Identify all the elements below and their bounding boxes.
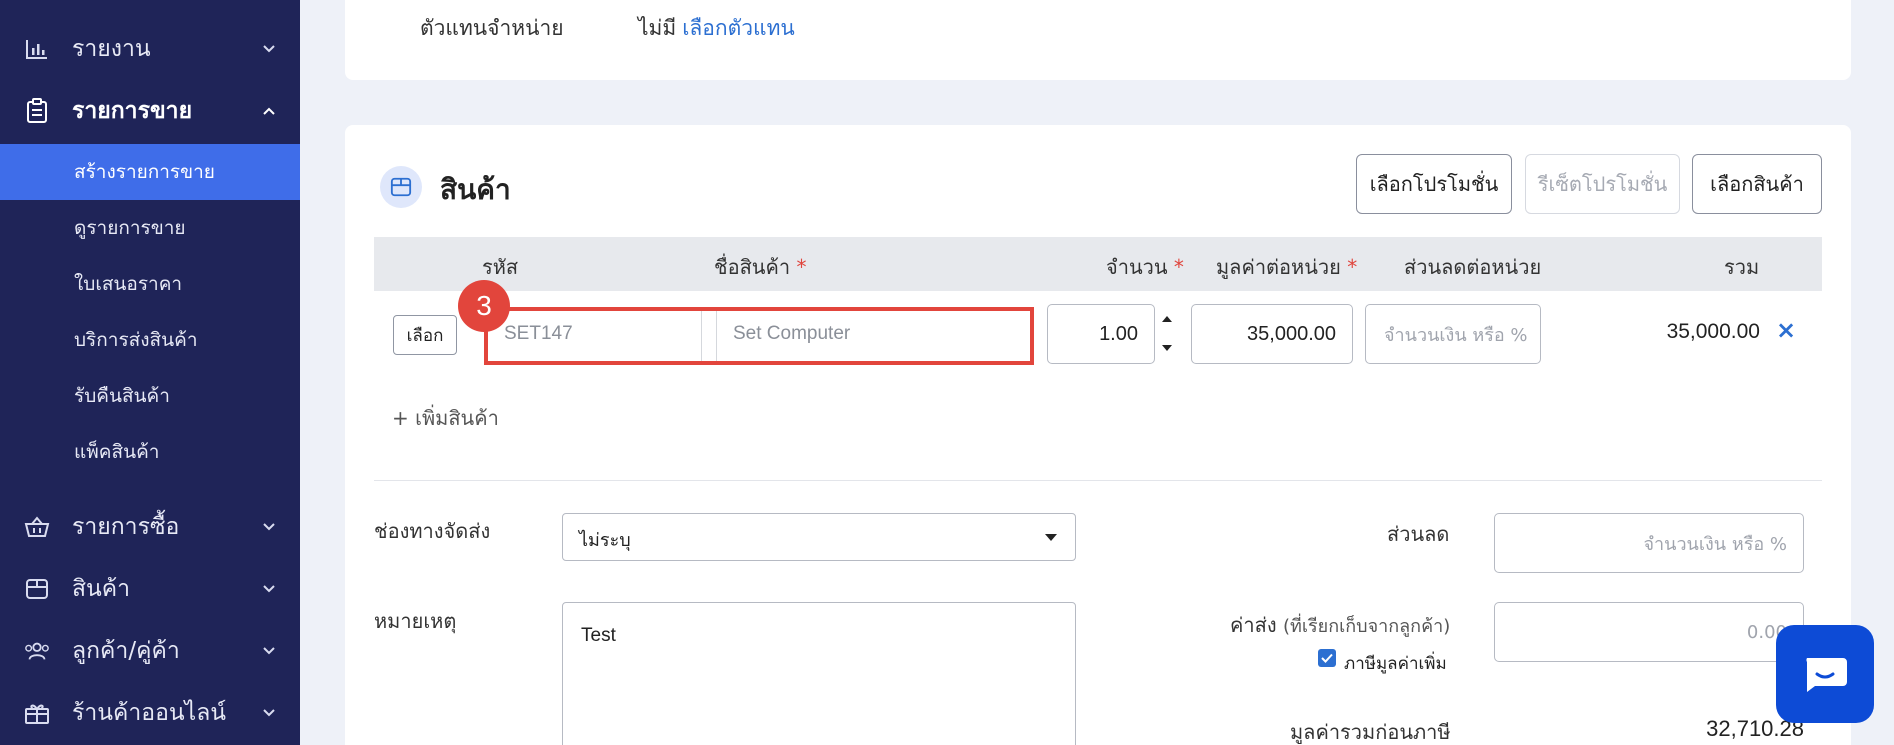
quantity-stepper[interactable] — [1155, 304, 1179, 362]
column-header-label: มูลค่าต่อหน่วย — [1216, 255, 1341, 279]
shipping-channel-select[interactable]: ไม่ระบุ — [562, 513, 1076, 561]
sidebar-subitem-pack[interactable]: แพ็คสินค้า — [0, 424, 300, 480]
column-header-label: จำนวน — [1106, 255, 1168, 279]
column-header-total: รวม — [1724, 255, 1760, 279]
sidebar-item-online-store[interactable]: ร้านค้าออนไลน์ — [0, 688, 300, 738]
shipping-fee-label: ค่าส่ง (ที่เรียกเก็บจากลูกค้า) — [1230, 609, 1450, 641]
chevron-down-icon — [262, 644, 276, 658]
basket-icon — [24, 514, 50, 540]
sidebar-subitem-returns[interactable]: รับคืนสินค้า — [0, 368, 300, 424]
row-total: 35,000.00 — [1666, 320, 1760, 343]
sidebar-item-label: ร้านค้าออนไลน์ — [72, 700, 227, 726]
sidebar: รายงาน รายการขาย สร้างรายการขาย ดูรายการ… — [0, 0, 300, 745]
agent-label: ตัวแทนจำหน่าย — [420, 16, 564, 40]
product-table-header: รหัส ชื่อสินค้า * จำนวน * มูลค่าต่อหน่วย… — [374, 237, 1822, 291]
decrement-icon[interactable] — [1155, 333, 1179, 362]
pretax-total-value: 32,710.28 — [1706, 716, 1804, 741]
sidebar-item-sales[interactable]: รายการขาย — [0, 86, 300, 136]
sidebar-subitem-label: ใบเสนอราคา — [74, 273, 183, 295]
caret-down-icon — [1045, 534, 1057, 541]
sidebar-subitem-label: รับคืนสินค้า — [74, 385, 170, 407]
sidebar-subitem-shipping[interactable]: บริการส่งสินค้า — [0, 312, 300, 368]
chevron-down-icon — [262, 42, 276, 56]
highlighted-product-fields: SET147 Set Computer — [484, 307, 1034, 365]
shipping-fee-label-text: ค่าส่ง — [1230, 613, 1277, 637]
agent-value: ไม่มี เลือกตัวแทน — [638, 12, 795, 45]
sidebar-item-label: รายการขาย — [72, 98, 193, 124]
select-promotion-button[interactable]: เลือกโปรโมชั่น — [1356, 154, 1512, 214]
sidebar-item-contacts[interactable]: ลูกค้า/คู่ค้า — [0, 626, 300, 676]
increment-icon[interactable] — [1155, 304, 1179, 333]
sidebar-subitem-label: สร้างรายการขาย — [74, 161, 215, 183]
column-header-label: ชื่อสินค้า — [714, 255, 791, 279]
quantity-input[interactable]: 1.00 — [1047, 304, 1155, 364]
unit-discount-input[interactable]: จำนวนเงิน หรือ % — [1365, 304, 1541, 364]
products-section-title: สินค้า — [440, 173, 511, 206]
shipping-channel-label: ช่องทางจัดส่ง — [374, 519, 491, 543]
chat-button[interactable] — [1776, 625, 1874, 723]
product-code-input[interactable]: SET147 — [488, 311, 702, 361]
chevron-down-icon — [262, 706, 276, 720]
sidebar-subitem-quotation[interactable]: ใบเสนอราคา — [0, 256, 300, 312]
discount-label: ส่วนลด — [1387, 522, 1450, 546]
shipping-fee-input[interactable]: 0.00 — [1494, 602, 1804, 662]
note-label: หมายเหตุ — [374, 609, 457, 633]
agent-card — [345, 0, 1851, 80]
column-header-unit-price: มูลค่าต่อหน่วย * — [1216, 251, 1357, 283]
required-mark: * — [1347, 255, 1358, 279]
sidebar-subitem-view-sales[interactable]: ดูรายการขาย — [0, 200, 300, 256]
sidebar-item-label: รายการซื้อ — [72, 514, 180, 540]
column-header-discount: ส่วนลดต่อหน่วย — [1404, 255, 1542, 279]
required-mark: * — [796, 255, 807, 279]
unit-price-input[interactable]: 35,000.00 — [1191, 304, 1353, 364]
sidebar-subitem-label: บริการส่งสินค้า — [74, 329, 198, 351]
gift-icon — [24, 700, 50, 726]
vat-checkbox[interactable] — [1318, 649, 1336, 667]
note-textarea[interactable]: Test — [562, 602, 1076, 745]
box-icon — [380, 166, 422, 208]
box-icon — [24, 576, 50, 602]
sidebar-subitem-label: แพ็คสินค้า — [74, 441, 160, 463]
shipping-fee-note: (ที่เรียกเก็บจากลูกค้า) — [1282, 616, 1451, 637]
select-agent-link[interactable]: เลือกตัวแทน — [682, 16, 795, 40]
column-header-name: ชื่อสินค้า * — [714, 251, 806, 283]
sidebar-item-label: ลูกค้า/คู่ค้า — [72, 638, 180, 664]
sidebar-item-label: สินค้า — [72, 576, 131, 602]
sidebar-subitem-create-sale[interactable]: สร้างรายการขาย — [0, 144, 300, 200]
add-product-link[interactable]: + เพิ่มสินค้า — [392, 402, 499, 434]
sidebar-item-label: รายงาน — [72, 36, 151, 62]
sidebar-item-products[interactable]: สินค้า — [0, 564, 300, 614]
reset-promotion-button[interactable]: รีเซ็ตโปรโมชั่น — [1525, 154, 1680, 214]
agent-none-text: ไม่มี — [638, 16, 677, 40]
chevron-down-icon — [262, 520, 276, 534]
column-header-qty: จำนวน * — [1106, 251, 1184, 283]
select-product-button[interactable]: เลือกสินค้า — [1692, 154, 1822, 214]
chevron-up-icon — [262, 104, 276, 118]
sidebar-item-reports[interactable]: รายงาน — [0, 24, 300, 74]
shipping-channel-value: ไม่ระบุ — [579, 530, 631, 551]
step-number-badge: 3 — [458, 280, 510, 332]
vat-label: ภาษีมูลค่าเพิ่ม — [1344, 654, 1447, 674]
required-mark: * — [1173, 255, 1184, 279]
product-name-input[interactable]: Set Computer — [716, 311, 1030, 361]
clipboard-icon — [24, 98, 50, 124]
select-row-product-button[interactable]: เลือก — [393, 315, 457, 355]
chat-icon — [1806, 658, 1847, 692]
sidebar-item-purchases[interactable]: รายการซื้อ — [0, 502, 300, 552]
order-discount-input[interactable]: จำนวนเงิน หรือ % — [1494, 513, 1804, 573]
bar-chart-icon — [24, 36, 50, 62]
remove-row-icon[interactable]: × — [1776, 316, 1796, 344]
users-icon — [24, 638, 50, 664]
sidebar-subitem-label: ดูรายการขาย — [74, 217, 186, 239]
divider — [374, 480, 1822, 481]
column-header-code: รหัส — [482, 255, 519, 279]
chevron-down-icon — [262, 582, 276, 596]
pretax-total-label: มูลค่ารวมก่อนภาษี — [1290, 720, 1451, 744]
